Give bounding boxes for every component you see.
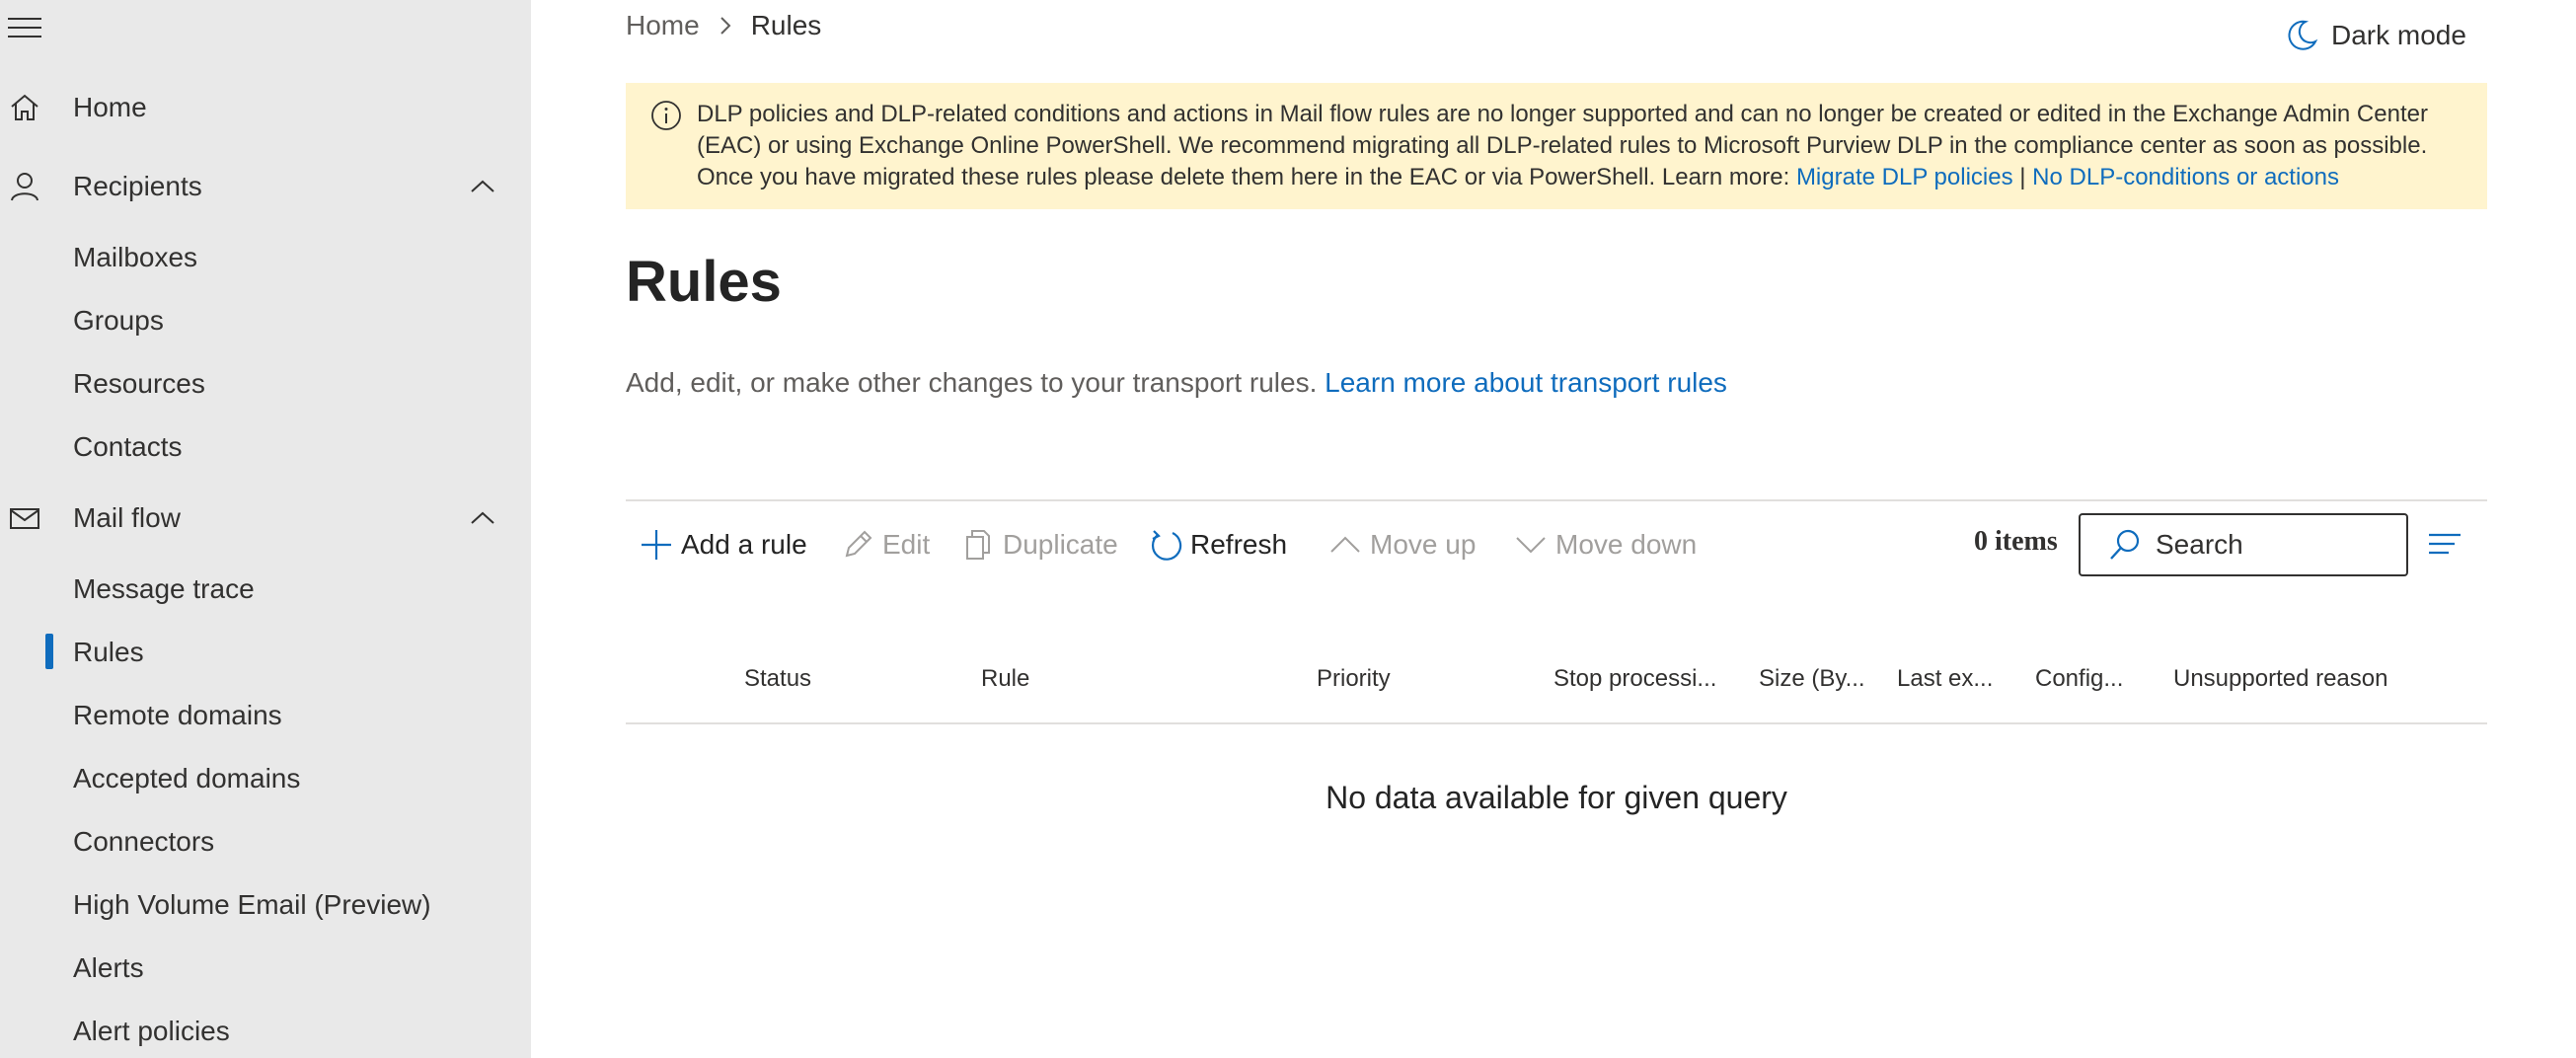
migrate-dlp-policies-link[interactable]: Migrate DLP policies [1796,164,2013,190]
table-header: Status Rule Priority Stop processi... Si… [626,657,2487,709]
page-description: Add, edit, or make other changes to your… [626,367,1727,399]
chevron-up-icon[interactable] [468,177,497,196]
breadcrumb: Home Rules [626,6,821,45]
move-up-button[interactable]: Move up [1328,507,1476,582]
sidebar-item-mailboxes[interactable]: Mailboxes [73,233,197,282]
mail-icon [10,508,39,529]
app-root: Home Recipients Mailboxes Groups Resourc… [0,0,2576,1058]
home-icon [11,94,38,120]
search-box[interactable] [2079,513,2408,576]
column-header-stop-processing[interactable]: Stop processi... [1553,665,1716,693]
toolbar-divider [626,499,2487,501]
sidebar-item-home[interactable]: Home [0,83,531,132]
sidebar-item-message-trace[interactable]: Message trace [73,565,255,614]
duplicate-button[interactable]: Duplicate [961,507,1118,582]
sidebar-item-alert-policies[interactable]: Alert policies [73,1007,230,1056]
sidebar-item-resources[interactable]: Resources [73,359,205,409]
duplicate-label: Duplicate [1003,529,1118,560]
sidebar-item-mail-flow[interactable]: Mail flow [0,493,531,543]
dark-mode-toggle[interactable]: Dark mode [2284,14,2466,57]
move-down-label: Move down [1555,529,1698,560]
sidebar-item-connectors[interactable]: Connectors [73,817,214,867]
column-header-unsupported-reason[interactable]: Unsupported reason [2173,665,2387,693]
move-up-label: Move up [1370,529,1477,560]
refresh-icon [1151,530,1182,561]
search-icon [2110,529,2140,560]
info-icon [651,101,681,130]
active-indicator [45,634,53,669]
plus-icon [642,530,671,560]
sidebar-item-remote-domains[interactable]: Remote domains [73,691,282,740]
chevron-up-icon [1330,536,1360,553]
column-header-rule[interactable]: Rule [981,665,1029,693]
column-header-size[interactable]: Size (By... [1759,665,1865,693]
sidebar-item-label: Mail flow [73,502,181,533]
sidebar-item-recipients[interactable]: Recipients [0,162,531,211]
person-icon [11,173,38,201]
chevron-up-icon[interactable] [468,508,497,528]
chevron-down-icon [1516,537,1546,554]
add-rule-label: Add a rule [681,529,807,560]
chevron-right-icon [720,17,731,35]
description-text: Add, edit, or make other changes to your… [626,367,1326,398]
moon-icon [2288,20,2318,50]
sidebar-item-label: Recipients [73,171,202,201]
pencil-icon [845,530,872,558]
hamburger-menu-icon[interactable] [8,18,43,41]
move-down-button[interactable]: Move down [1514,507,1697,582]
sidebar-item-accepted-domains[interactable]: Accepted domains [73,754,300,803]
item-count: 0 items [1974,526,2058,557]
banner-separator: | [2012,164,2033,190]
empty-state-message: No data available for given query [1326,780,1787,815]
table-header-divider [626,722,2487,724]
sidebar-item-groups[interactable]: Groups [73,296,164,345]
edit-label: Edit [882,529,931,560]
add-rule-button[interactable]: Add a rule [640,507,807,582]
sidebar-item-label: Home [73,92,147,122]
sidebar-item-contacts[interactable]: Contacts [73,422,183,472]
refresh-button[interactable]: Refresh [1149,507,1287,582]
page-title: Rules [626,250,782,314]
column-header-status[interactable]: Status [744,665,811,693]
dark-mode-label: Dark mode [2331,20,2466,50]
sidebar-item-alerts[interactable]: Alerts [73,944,144,993]
no-dlp-conditions-link[interactable]: No DLP-conditions or actions [2032,164,2339,190]
copy-icon [966,530,990,560]
column-header-priority[interactable]: Priority [1317,665,1391,693]
edit-button[interactable]: Edit [841,507,930,582]
refresh-label: Refresh [1190,529,1288,560]
search-input[interactable] [2156,529,2392,561]
column-header-config[interactable]: Config... [2035,665,2123,693]
learn-more-transport-rules-link[interactable]: Learn more about transport rules [1325,367,1727,398]
dlp-warning-banner: DLP policies and DLP-related conditions … [626,83,2487,209]
column-header-last-executed[interactable]: Last ex... [1897,665,1993,693]
sidebar-item-high-volume-email[interactable]: High Volume Email (Preview) [73,880,431,930]
breadcrumb-home[interactable]: Home [626,10,700,41]
sidebar: Home Recipients Mailboxes Groups Resourc… [0,0,531,1058]
filter-lines-icon[interactable] [2428,529,2462,561]
sidebar-item-rules[interactable]: Rules [73,628,144,677]
breadcrumb-current: Rules [750,10,822,40]
